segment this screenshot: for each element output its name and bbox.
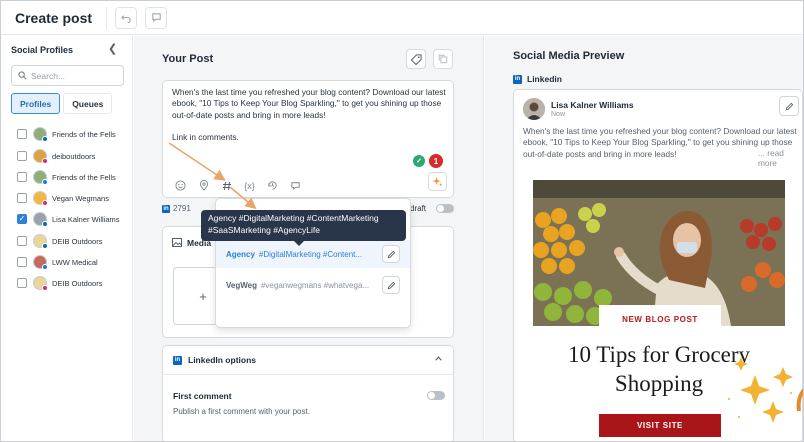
app-window: Create post Social Profiles ❮ Profiles Q… [0, 0, 804, 442]
post-time: Now [551, 111, 566, 118]
social-preview-column: Social Media Preview in Linkedin Lisa Ka… [485, 36, 803, 441]
image-headline-line-2: Shopping [614, 371, 704, 396]
image-headline: 10 Tips for Grocery Shopping [533, 340, 785, 398]
visit-site-button[interactable]: VISIT SITE [599, 414, 721, 437]
image-headline-line-1: 10 Tips for Grocery [567, 342, 751, 367]
linkedin-post-preview: Lisa Kalner Williams Now When's the last… [513, 89, 803, 441]
preview-network: in Linkedin [513, 74, 562, 84]
author-avatar [523, 98, 545, 120]
annotation-arrow [168, 142, 226, 181]
new-blog-post-text: NEW BLOG POST [622, 314, 698, 324]
preview-network-name: Linkedin [527, 74, 562, 84]
preview-title: Social Media Preview [513, 50, 625, 62]
post-image: NEW BLOG POST 10 Tips for Grocery Shoppi… [533, 180, 785, 441]
edit-preview-button[interactable] [779, 96, 799, 116]
read-more-link[interactable]: ... read more [758, 148, 802, 168]
linkedin-icon: in [513, 74, 522, 84]
new-blog-post-label: NEW BLOG POST [599, 305, 721, 333]
author-name: Lisa Kalner Williams [551, 100, 634, 110]
pencil-icon [785, 102, 793, 110]
annotation-arrow [229, 186, 257, 210]
